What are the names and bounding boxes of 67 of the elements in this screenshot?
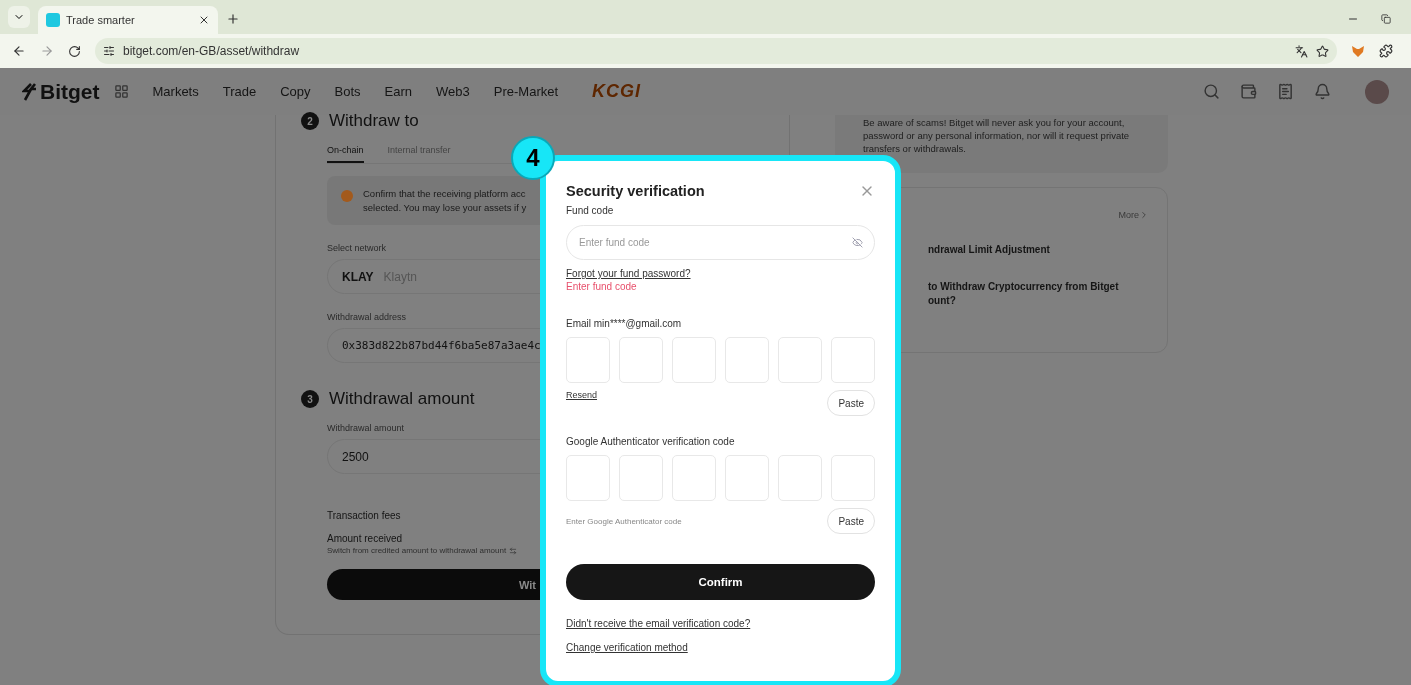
field-label: Select network: [327, 243, 388, 253]
step-number: 2: [301, 112, 319, 130]
translate-icon[interactable]: [1295, 44, 1308, 58]
step-badge: 4: [511, 136, 555, 180]
partner-logo: KCGI: [592, 81, 642, 102]
swap-icon[interactable]: [509, 546, 518, 555]
avatar[interactable]: [1365, 79, 1389, 104]
article-link[interactable]: to Withdraw Cryptocurrency from Bitget: [928, 281, 1149, 293]
chevron-right-icon: [1139, 210, 1149, 221]
restore-icon[interactable]: [1381, 13, 1391, 25]
step-number: 3: [301, 390, 319, 408]
forward-icon[interactable]: [40, 44, 54, 58]
nav-link[interactable]: Earn: [384, 84, 413, 99]
nav-link[interactable]: Trade: [222, 84, 257, 99]
no-email-code-link[interactable]: Didn't receive the email verification code?: [566, 618, 751, 629]
dialog-title: Security verification: [566, 183, 705, 199]
switch-hint: Switch from credited amount to withdrawal amount: [327, 546, 507, 555]
notice-text: Be aware of scams! Bitget will never ask you for your account, password or any personal information, nor will it request private transfers or withdrawals.: [863, 117, 1131, 156]
site-settings-icon[interactable]: [103, 45, 115, 57]
nav-link[interactable]: Copy: [280, 84, 311, 99]
fees-label: Transaction fees: [327, 510, 402, 521]
article-link[interactable]: ndrawal Limit Adjustment: [928, 244, 1149, 256]
apps-grid-icon[interactable]: [113, 84, 129, 99]
tab-list-button[interactable]: [8, 6, 30, 28]
orders-icon[interactable]: [1277, 83, 1294, 100]
close-tab-icon[interactable]: [198, 14, 210, 26]
eye-off-icon[interactable]: [852, 237, 863, 248]
site-logo[interactable]: Bitget: [22, 79, 100, 104]
tab[interactable]: On-chain: [327, 145, 364, 163]
field-label: Fund code: [566, 205, 615, 216]
back-icon[interactable]: [12, 44, 26, 58]
received-label: Amount received: [327, 533, 404, 544]
search-icon[interactable]: [1203, 83, 1220, 100]
extensions-icon[interactable]: [1379, 44, 1393, 58]
bell-icon[interactable]: [1314, 83, 1331, 100]
bookmark-star-icon[interactable]: [1316, 44, 1329, 58]
article-link[interactable]: ount?: [928, 295, 1149, 307]
field-label: Withdrawal amount: [327, 423, 406, 433]
wallet-icon[interactable]: [1240, 83, 1257, 100]
warning-text: selected. You may lose your assets if y: [363, 202, 527, 213]
site-favicon-icon: [46, 13, 60, 27]
browser-tab[interactable]: Trade smarter: [38, 6, 218, 34]
field-label: Email min****@gmail.com: [566, 318, 683, 329]
paste-button[interactable]: Paste: [827, 508, 875, 534]
confirm-button[interactable]: Confirm: [566, 564, 875, 600]
nav-link[interactable]: Web3: [436, 84, 470, 99]
error-message: Enter fund code: [566, 281, 638, 292]
tab-title: Trade smarter: [66, 14, 136, 26]
field-label: Withdrawal address: [327, 312, 408, 322]
nav-link[interactable]: Pre-Market: [493, 84, 559, 99]
fund-code-field[interactable]: Enter fund code: [566, 225, 875, 260]
paste-button[interactable]: Paste: [827, 390, 875, 416]
nav-link[interactable]: Bots: [334, 84, 361, 99]
nav-link[interactable]: Markets: [152, 84, 199, 99]
warning-text: Confirm that the receiving platform acc: [363, 188, 527, 199]
address-bar[interactable]: bitget.com/en-GB/asset/withdraw: [95, 38, 1337, 64]
reload-icon[interactable]: [68, 44, 81, 58]
warning-icon: [341, 190, 353, 202]
fox-extension-icon[interactable]: [1351, 44, 1365, 58]
forgot-password-link[interactable]: Forgot your fund password?: [566, 268, 691, 279]
more-link[interactable]: More: [1118, 210, 1149, 221]
section-title: Withdraw to: [329, 111, 419, 131]
new-tab-icon[interactable]: [226, 12, 240, 26]
hint-text: Enter Google Authenticator code: [566, 516, 682, 526]
change-method-link[interactable]: Change verification method: [566, 642, 688, 653]
resend-link[interactable]: Resend: [566, 390, 598, 400]
section-title: Withdrawal amount: [329, 389, 475, 409]
